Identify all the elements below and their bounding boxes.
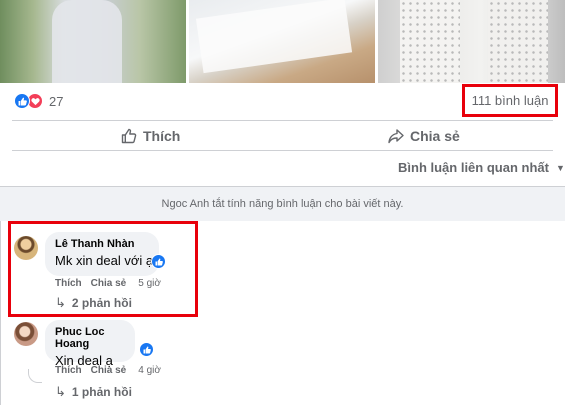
comment-like-link[interactable]: Thích: [55, 365, 82, 376]
comment-count-link[interactable]: 111 bình luận: [462, 84, 558, 117]
comment-count-label: 111 bình luận: [471, 93, 549, 108]
comments-disabled-notice: Ngoc Anh tắt tính năng bình luận cho bài…: [0, 187, 565, 221]
like-button[interactable]: Thích: [121, 124, 180, 148]
reply-arrow-icon: ↳: [55, 384, 66, 399]
post-photos: [0, 0, 565, 83]
sort-label: Bình luận liên quan nhất: [398, 160, 549, 175]
notice-text: Ngoc Anh tắt tính năng bình luận cho bài…: [161, 198, 404, 210]
comment-share-link[interactable]: Chia sẻ: [91, 365, 127, 376]
reply-connector: [28, 369, 42, 383]
thread-line: [0, 221, 1, 405]
comment-bubble: Phuc Loc Hoang Xin deal ạ: [45, 320, 135, 368]
thumbs-up-icon: [121, 128, 137, 144]
post-photo-3[interactable]: [378, 0, 565, 83]
comment-timestamp[interactable]: 4 giờ: [138, 365, 161, 376]
post-photo-1[interactable]: [0, 0, 186, 83]
reactions-summary[interactable]: 27: [14, 90, 63, 112]
view-replies-link[interactable]: ↳ 1 phản hồi: [55, 384, 132, 400]
like-button-label: Thích: [143, 128, 181, 144]
share-button[interactable]: Chia sẻ: [388, 124, 460, 148]
comment-meta: Thích Chia sẻ 4 giờ: [55, 365, 161, 376]
post-photo-2[interactable]: [189, 0, 375, 83]
share-icon: [388, 129, 404, 144]
divider: [12, 120, 553, 121]
caret-down-icon: ▼: [555, 162, 565, 173]
replies-count: 1 phản hồi: [71, 385, 132, 399]
comment-sort-dropdown[interactable]: Bình luận liên quan nhất ▼: [398, 160, 565, 175]
like-reaction-icon: [14, 93, 30, 109]
highlight-box: [8, 221, 198, 317]
share-button-label: Chia sẻ: [410, 128, 460, 144]
avatar[interactable]: [14, 322, 38, 346]
comment-like-reaction-icon[interactable]: [139, 342, 154, 357]
divider: [12, 150, 553, 151]
reaction-count: 27: [49, 93, 64, 109]
comment-author[interactable]: Phuc Loc Hoang: [55, 326, 125, 350]
